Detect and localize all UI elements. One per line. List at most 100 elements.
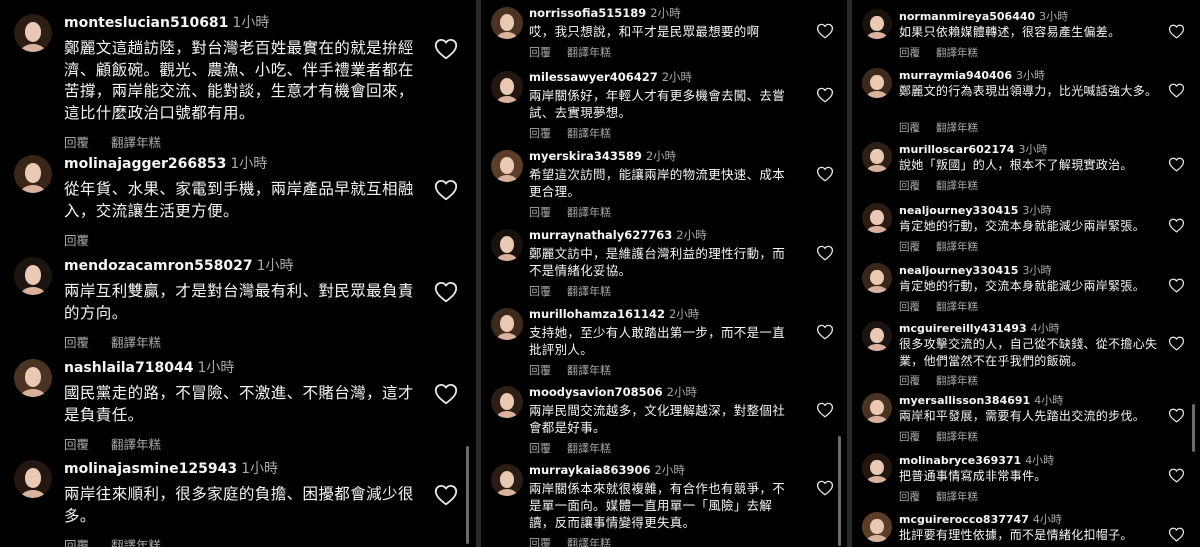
like-heart-icon[interactable] xyxy=(1168,24,1185,39)
reply-button[interactable]: 回覆 xyxy=(899,241,920,253)
username[interactable]: molinajagger266853 xyxy=(64,156,226,172)
reply-button[interactable]: 回覆 xyxy=(529,285,551,298)
translate-button[interactable]: 翻譯年糕 xyxy=(936,47,978,59)
reply-button[interactable]: 回覆 xyxy=(529,537,551,547)
translate-button[interactable]: 翻譯年糕 xyxy=(111,538,161,547)
like-heart-icon[interactable] xyxy=(434,38,458,60)
translate-button[interactable]: 翻譯年糕 xyxy=(936,375,978,387)
reply-button[interactable]: 回覆 xyxy=(64,135,89,150)
reply-button[interactable]: 回覆 xyxy=(899,180,920,192)
like-heart-icon[interactable] xyxy=(1168,527,1185,542)
like-heart-icon[interactable] xyxy=(434,383,458,405)
scrollbar[interactable] xyxy=(1192,404,1195,452)
translate-button[interactable]: 翻譯年糕 xyxy=(936,431,978,443)
username[interactable]: nealjourney330415 xyxy=(899,264,1018,277)
scrollbar[interactable] xyxy=(838,436,841,546)
username[interactable]: molinajasmine125943 xyxy=(64,461,237,477)
reply-button[interactable]: 回覆 xyxy=(529,442,551,455)
avatar[interactable] xyxy=(862,453,892,483)
comment-panel-3[interactable]: normanmireya506440 3小時 如果只依賴媒體轉述，很容易產生偏差。回… xyxy=(852,0,1200,547)
translate-button[interactable]: 翻譯年糕 xyxy=(936,241,978,253)
avatar[interactable] xyxy=(862,142,892,172)
translate-button[interactable]: 翻譯年糕 xyxy=(567,46,611,59)
username[interactable]: normanmireya506440 xyxy=(899,10,1035,23)
avatar[interactable] xyxy=(14,460,52,498)
reply-button[interactable]: 回覆 xyxy=(899,491,920,503)
avatar[interactable] xyxy=(491,229,523,261)
translate-button[interactable]: 翻譯年糕 xyxy=(111,335,161,350)
avatar[interactable] xyxy=(491,386,523,418)
like-heart-icon[interactable] xyxy=(816,480,834,496)
like-heart-icon[interactable] xyxy=(816,166,834,182)
reply-button[interactable]: 回覆 xyxy=(64,437,89,452)
username[interactable]: murilloscar602174 xyxy=(899,143,1014,156)
username[interactable]: monteslucian510681 xyxy=(64,15,228,31)
username[interactable]: molinabryce369371 xyxy=(899,454,1021,467)
like-heart-icon[interactable] xyxy=(1168,468,1185,483)
avatar[interactable] xyxy=(14,257,52,295)
username[interactable]: mcguirereilly431493 xyxy=(899,322,1027,335)
username[interactable]: myerskira343589 xyxy=(529,149,642,163)
translate-button[interactable]: 翻譯年糕 xyxy=(936,301,978,313)
reply-button[interactable]: 回覆 xyxy=(899,301,920,313)
like-heart-icon[interactable] xyxy=(1168,278,1185,293)
like-heart-icon[interactable] xyxy=(1168,218,1185,233)
username[interactable]: murraymia940406 xyxy=(899,69,1012,82)
username[interactable]: nealjourney330415 xyxy=(899,204,1018,217)
translate-button[interactable]: 翻譯年糕 xyxy=(567,285,611,298)
like-heart-icon[interactable] xyxy=(434,484,458,506)
avatar[interactable] xyxy=(862,512,892,542)
like-heart-icon[interactable] xyxy=(1168,83,1185,98)
translate-button[interactable]: 翻譯年糕 xyxy=(567,442,611,455)
avatar[interactable] xyxy=(14,155,52,193)
reply-button[interactable]: 回覆 xyxy=(529,364,551,377)
avatar[interactable] xyxy=(862,203,892,233)
reply-button[interactable]: 回覆 xyxy=(899,122,920,134)
avatar[interactable] xyxy=(491,71,523,103)
avatar[interactable] xyxy=(862,68,892,98)
like-heart-icon[interactable] xyxy=(434,179,458,201)
avatar[interactable] xyxy=(491,7,523,39)
translate-button[interactable]: 翻譯年糕 xyxy=(936,180,978,192)
translate-button[interactable]: 翻譯年糕 xyxy=(567,364,611,377)
reply-button[interactable]: 回覆 xyxy=(899,375,920,387)
username[interactable]: myersallisson384691 xyxy=(899,394,1030,407)
reply-button[interactable]: 回覆 xyxy=(64,233,89,248)
username[interactable]: milessawyer406427 xyxy=(529,70,658,84)
username[interactable]: norrissofia515189 xyxy=(529,6,646,20)
like-heart-icon[interactable] xyxy=(816,23,834,39)
translate-button[interactable]: 翻譯年糕 xyxy=(567,127,611,140)
reply-button[interactable]: 回覆 xyxy=(64,335,89,350)
username[interactable]: moodysavion708506 xyxy=(529,385,663,399)
like-heart-icon[interactable] xyxy=(1168,336,1185,351)
avatar[interactable] xyxy=(862,321,892,351)
avatar[interactable] xyxy=(862,263,892,293)
scrollbar[interactable] xyxy=(466,446,469,544)
like-heart-icon[interactable] xyxy=(816,245,834,261)
like-heart-icon[interactable] xyxy=(1168,157,1185,172)
comment-panel-1[interactable]: monteslucian510681 1小時 鄭麗文這趟訪陸，對台灣老百姓最實在的就… xyxy=(0,0,476,547)
reply-button[interactable]: 回覆 xyxy=(899,431,920,443)
reply-button[interactable]: 回覆 xyxy=(529,127,551,140)
like-heart-icon[interactable] xyxy=(816,87,834,103)
like-heart-icon[interactable] xyxy=(816,324,834,340)
translate-button[interactable]: 翻譯年糕 xyxy=(936,122,978,134)
like-heart-icon[interactable] xyxy=(434,281,458,303)
avatar[interactable] xyxy=(491,150,523,182)
avatar[interactable] xyxy=(14,14,52,52)
avatar[interactable] xyxy=(491,308,523,340)
translate-button[interactable]: 翻譯年糕 xyxy=(936,491,978,503)
translate-button[interactable]: 翻譯年糕 xyxy=(111,135,161,150)
translate-button[interactable]: 翻譯年糕 xyxy=(567,537,611,547)
translate-button[interactable]: 翻譯年糕 xyxy=(567,206,611,219)
reply-button[interactable]: 回覆 xyxy=(899,47,920,59)
reply-button[interactable]: 回覆 xyxy=(529,46,551,59)
like-heart-icon[interactable] xyxy=(816,402,834,418)
translate-button[interactable]: 翻譯年糕 xyxy=(111,437,161,452)
username[interactable]: murillohamza161142 xyxy=(529,307,665,321)
avatar[interactable] xyxy=(491,464,523,496)
username[interactable]: murraykaia863906 xyxy=(529,463,651,477)
avatar[interactable] xyxy=(14,359,52,397)
avatar[interactable] xyxy=(862,393,892,423)
reply-button[interactable]: 回覆 xyxy=(529,206,551,219)
